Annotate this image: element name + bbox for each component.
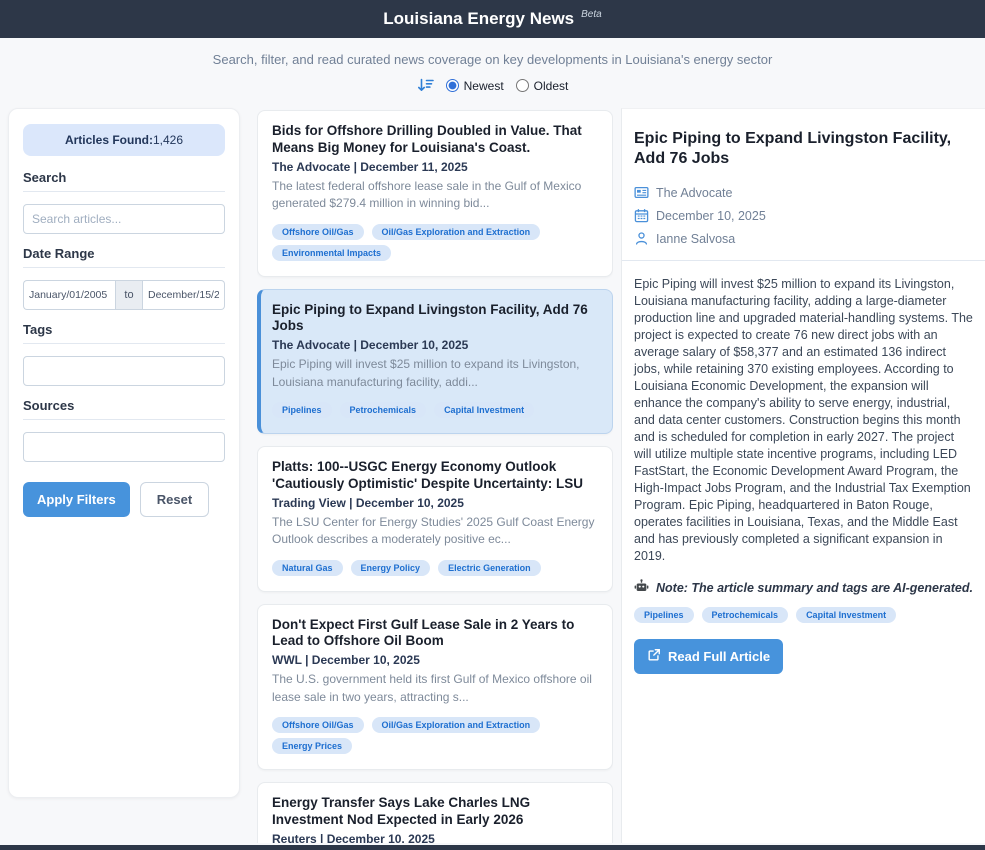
app-title: Louisiana Energy News — [383, 9, 574, 29]
sort-newest-radio[interactable] — [446, 79, 459, 92]
article-card-title: Energy Transfer Says Lake Charles LNG In… — [272, 795, 598, 829]
detail-source-row: The Advocate — [634, 185, 973, 200]
article-card-source-date: WWL | December 10, 2025 — [272, 653, 598, 667]
detail-source: The Advocate — [656, 186, 732, 200]
app-header: Louisiana Energy News Beta — [0, 0, 985, 38]
tag-chip: Oil/Gas Exploration and Extraction — [372, 224, 541, 240]
read-full-article-label: Read Full Article — [668, 649, 770, 664]
detail-date-row: December 10, 2025 — [634, 208, 973, 223]
divider — [23, 191, 225, 192]
article-card-source-date: The Advocate | December 10, 2025 — [272, 338, 598, 352]
article-card-source-date: The Advocate | December 11, 2025 — [272, 160, 598, 174]
sort-oldest-radio[interactable] — [516, 79, 529, 92]
article-card-tags: Natural Gas Energy Policy Electric Generat… — [272, 558, 598, 579]
sort-newest-label: Newest — [464, 79, 504, 93]
divider — [23, 419, 225, 420]
tag-chip: Energy Policy — [351, 560, 431, 576]
person-icon — [634, 231, 649, 246]
article-card-title: Epic Piping to Expand Livingston Facilit… — [272, 302, 598, 336]
article-card-tags: Pipelines Petrochemicals Capital Investmen… — [272, 400, 598, 421]
article-card-tags: Offshore Oil/Gas Oil/Gas Exploration and … — [272, 715, 598, 757]
articles-found-badge: Articles Found:1,426 — [23, 124, 225, 156]
article-card-title: Platts: 100--USGC Energy Economy Outlook… — [272, 459, 598, 493]
tag-chip: Petrochemicals — [340, 402, 427, 418]
tag-chip: Environmental Impacts — [272, 245, 391, 261]
calendar-icon — [634, 208, 649, 223]
app-subtitle: Search, filter, and read curated news co… — [0, 52, 985, 67]
tags-input[interactable] — [23, 356, 225, 386]
article-list: Bids for Offshore Drilling Doubled in Va… — [257, 108, 613, 843]
date-range-row: to — [23, 280, 225, 310]
apply-filters-button[interactable]: Apply Filters — [23, 482, 130, 517]
detail-author-row: Ianne Salvosa — [634, 231, 973, 246]
article-card[interactable]: Bids for Offshore Drilling Doubled in Va… — [257, 110, 613, 277]
tag-chip: Offshore Oil/Gas — [272, 224, 364, 240]
article-card-tags: Offshore Oil/Gas Oil/Gas Exploration and … — [272, 222, 598, 264]
article-card-source-date: Trading View | December 10, 2025 — [272, 496, 598, 510]
tag-chip: Offshore Oil/Gas — [272, 717, 364, 733]
article-card-summary: The latest federal offshore lease sale i… — [272, 178, 598, 213]
article-card-title: Bids for Offshore Drilling Doubled in Va… — [272, 123, 598, 157]
divider — [622, 260, 985, 261]
robot-icon — [634, 579, 649, 596]
articles-found-value: 1,426 — [153, 133, 183, 147]
sort-newest-option[interactable]: Newest — [446, 79, 504, 93]
read-full-article-button[interactable]: Read Full Article — [634, 639, 783, 674]
tag-chip: Oil/Gas Exploration and Extraction — [372, 717, 541, 733]
sources-input[interactable] — [23, 432, 225, 462]
tag-chip: Pipelines — [272, 402, 332, 418]
article-card-summary: The U.S. government held its first Gulf … — [272, 671, 598, 706]
newspaper-icon — [634, 185, 649, 200]
reset-button[interactable]: Reset — [140, 482, 209, 517]
sort-descending-icon — [417, 78, 434, 93]
detail-title: Epic Piping to Expand Livingston Facilit… — [634, 129, 973, 169]
tags-heading: Tags — [23, 322, 225, 337]
date-to-input[interactable] — [143, 280, 225, 310]
filter-buttons-row: Apply Filters Reset — [23, 482, 225, 517]
date-range-heading: Date Range — [23, 246, 225, 261]
article-card-title: Don't Expect First Gulf Lease Sale in 2 … — [272, 617, 598, 651]
tag-chip: Capital Investment — [434, 402, 534, 418]
sort-controls: Newest Oldest — [0, 78, 985, 93]
tag-chip: Petrochemicals — [702, 607, 789, 623]
article-detail: Epic Piping to Expand Livingston Facilit… — [621, 108, 985, 843]
articles-found-label: Articles Found: — [65, 133, 153, 147]
ai-note: Note: The article summary and tags are A… — [634, 579, 973, 596]
article-card[interactable]: Don't Expect First Gulf Lease Sale in 2 … — [257, 604, 613, 771]
article-card-summary: Epic Piping will invest $25 million to e… — [272, 356, 598, 391]
ai-note-text: Note: The article summary and tags are A… — [656, 581, 973, 595]
article-card[interactable]: Platts: 100--USGC Energy Economy Outlook… — [257, 446, 613, 592]
detail-body: Epic Piping will invest $25 million to e… — [634, 276, 973, 565]
sort-oldest-label: Oldest — [534, 79, 569, 93]
external-link-icon — [647, 648, 661, 665]
article-card[interactable]: Epic Piping to Expand Livingston Facilit… — [257, 289, 613, 435]
filters-sidebar: Articles Found:1,426 Search Date Range t… — [8, 108, 240, 798]
search-heading: Search — [23, 170, 225, 185]
article-card-source-date: Reuters | December 10, 2025 — [272, 832, 598, 843]
article-card-summary: The LSU Center for Energy Studies' 2025 … — [272, 514, 598, 549]
detail-author: Ianne Salvosa — [656, 232, 735, 246]
tag-chip: Energy Prices — [272, 738, 352, 754]
beta-badge: Beta — [581, 9, 602, 20]
tag-chip: Pipelines — [634, 607, 694, 623]
search-input[interactable] — [23, 204, 225, 234]
divider — [23, 267, 225, 268]
main-content: Articles Found:1,426 Search Date Range t… — [0, 108, 985, 843]
article-card[interactable]: Energy Transfer Says Lake Charles LNG In… — [257, 782, 613, 843]
tag-chip: Electric Generation — [438, 560, 541, 576]
date-from-input[interactable] — [23, 280, 115, 310]
tag-chip: Capital Investment — [796, 607, 896, 623]
footer-bar — [0, 845, 985, 850]
tag-chip: Natural Gas — [272, 560, 343, 576]
date-to-label: to — [115, 280, 143, 310]
sources-heading: Sources — [23, 398, 225, 413]
detail-date: December 10, 2025 — [656, 209, 766, 223]
sort-oldest-option[interactable]: Oldest — [516, 79, 569, 93]
detail-tags: Pipelines Petrochemicals Capital Investmen… — [634, 605, 973, 626]
divider — [23, 343, 225, 344]
